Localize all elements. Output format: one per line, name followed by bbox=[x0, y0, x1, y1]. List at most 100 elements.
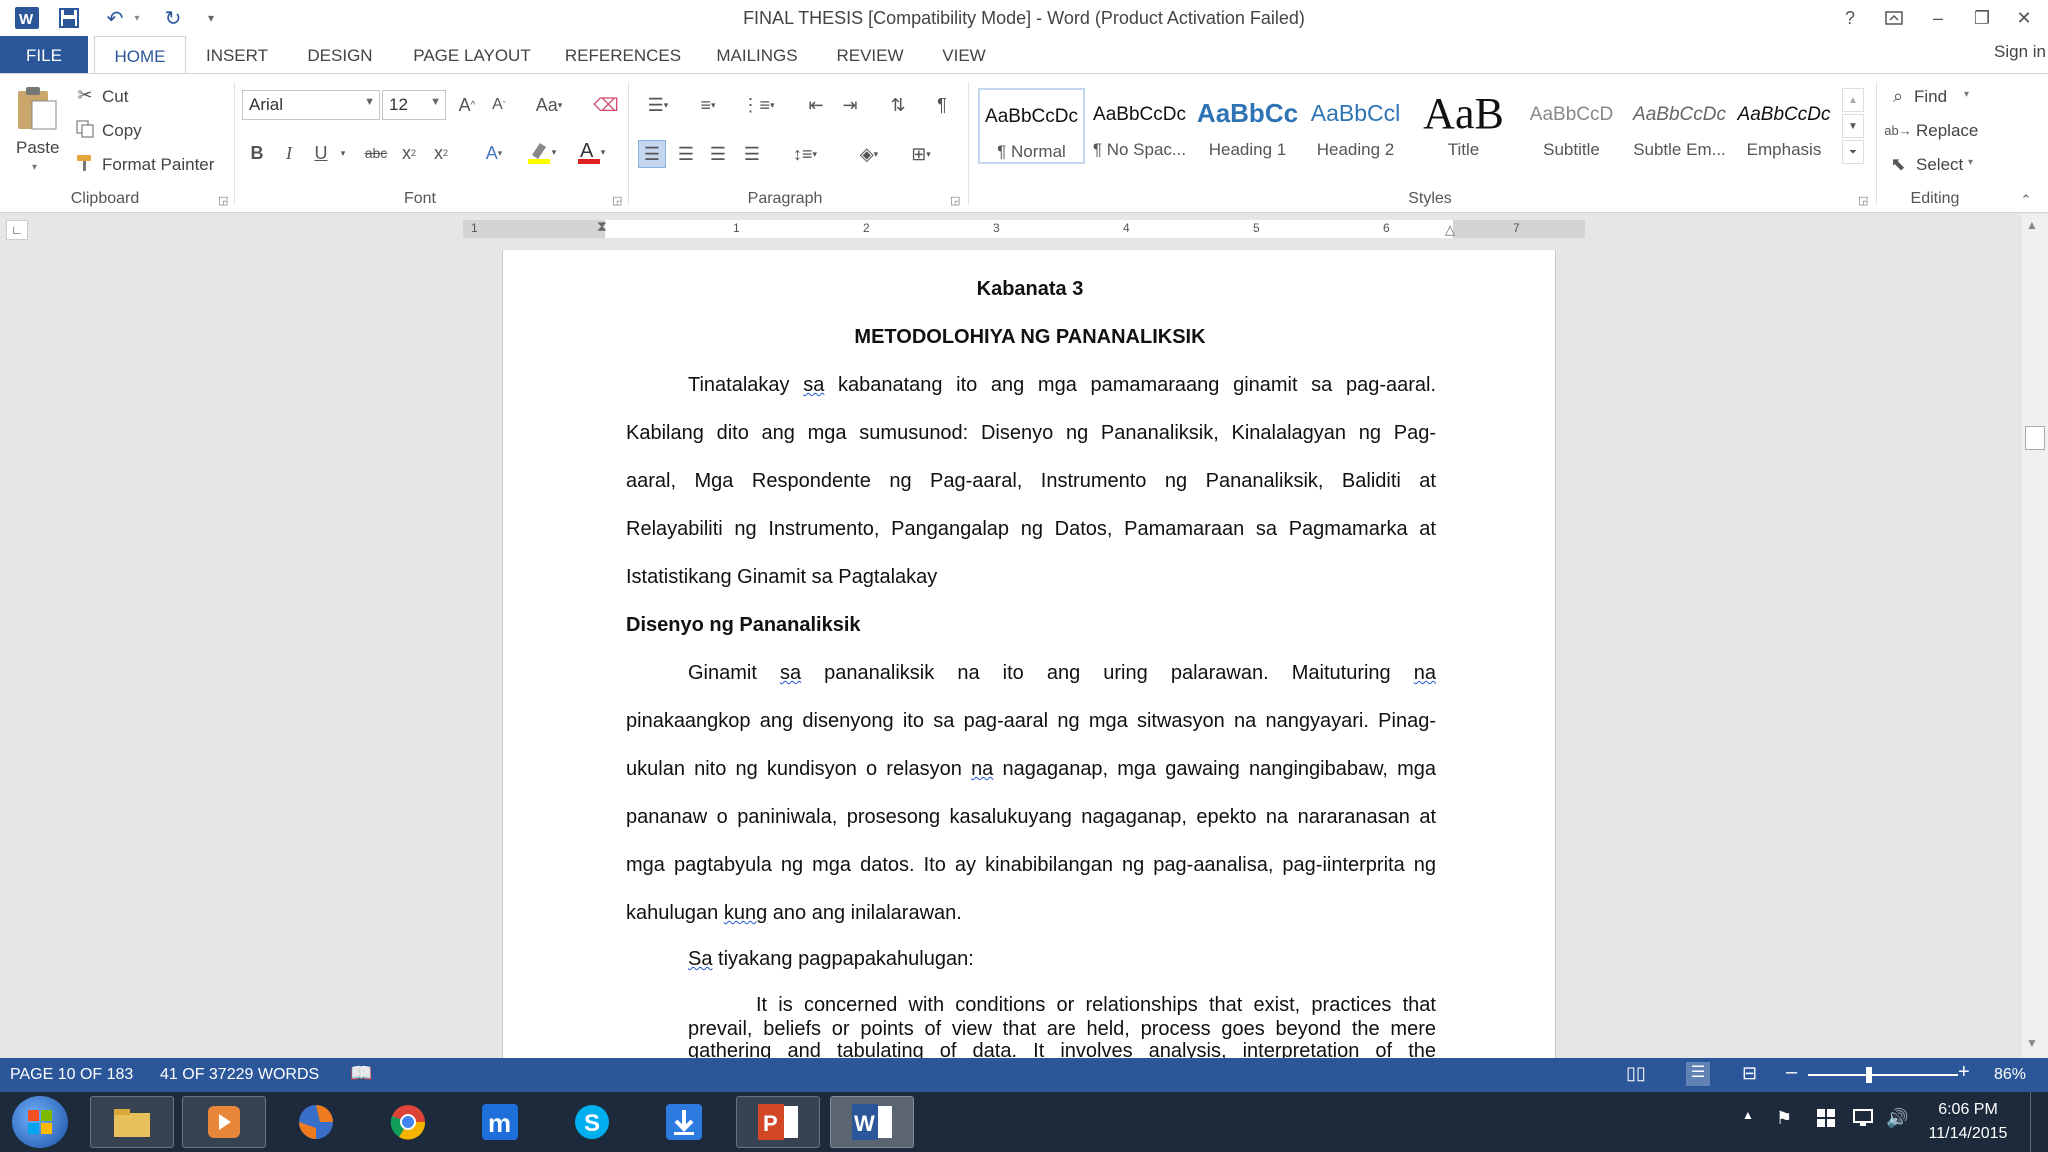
zoom-slider[interactable] bbox=[1808, 1074, 1958, 1076]
word-count[interactable]: 41 OF 37229 WORDS bbox=[160, 1066, 319, 1084]
font-color-icon[interactable]: A ▾ bbox=[570, 138, 612, 166]
styles-scroll-up-icon[interactable]: ▲ bbox=[1842, 88, 1864, 112]
line-spacing-icon[interactable]: ↕≡ ▾ bbox=[782, 140, 828, 168]
show-desktop-button[interactable] bbox=[2030, 1092, 2048, 1152]
justify-icon[interactable]: ☰ bbox=[738, 140, 766, 168]
network-icon[interactable] bbox=[1852, 1108, 1874, 1133]
tab-view[interactable]: VIEW bbox=[930, 36, 998, 74]
sign-in-link[interactable]: Sign in bbox=[1994, 42, 2046, 62]
show-hidden-icons-icon[interactable]: ▲ bbox=[1742, 1108, 1754, 1122]
web-layout-icon[interactable]: ⊟ bbox=[1742, 1063, 1757, 1084]
font-size-combo[interactable]: 12 ▼ bbox=[382, 90, 446, 120]
scroll-thumb[interactable] bbox=[2025, 426, 2045, 450]
highlight-color-icon[interactable]: ▾ bbox=[520, 138, 562, 166]
find-button[interactable]: Find bbox=[1914, 87, 1947, 107]
style-heading-1[interactable]: AaBbCc Heading 1 bbox=[1194, 88, 1301, 164]
styles-more-icon[interactable]: ⏷ bbox=[1842, 140, 1864, 164]
select-button[interactable]: Select bbox=[1916, 155, 1963, 175]
scroll-up-icon[interactable]: ▲ bbox=[2026, 218, 2038, 232]
word-taskbar-icon[interactable]: W bbox=[830, 1096, 914, 1148]
tab-selector-icon[interactable]: ∟ bbox=[6, 220, 28, 240]
media-player-icon[interactable] bbox=[182, 1096, 266, 1148]
cut-button[interactable]: Cut bbox=[102, 87, 128, 107]
action-center-flag-icon[interactable]: ⚑ bbox=[1776, 1108, 1792, 1129]
style-no-spacing[interactable]: AaBbCcDc ¶ No Spac... bbox=[1086, 88, 1193, 164]
styles-scroll-down-icon[interactable]: ▼ bbox=[1842, 114, 1864, 138]
multilevel-list-icon[interactable]: ⋮≡ ▾ bbox=[738, 92, 778, 118]
download-manager-icon[interactable] bbox=[642, 1096, 726, 1148]
align-right-icon[interactable]: ☰ bbox=[704, 140, 732, 168]
bullets-icon[interactable]: ☰ ▾ bbox=[638, 92, 678, 118]
document-page[interactable]: Kabanata 3 METODOLOHIYA NG PANANALIKSIK … bbox=[502, 250, 1556, 1060]
zoom-level[interactable]: 86% bbox=[1994, 1066, 2026, 1084]
spelling-flag[interactable]: Sa bbox=[688, 948, 712, 970]
windows-flag-icon[interactable] bbox=[1816, 1108, 1836, 1133]
file-explorer-icon[interactable] bbox=[90, 1096, 174, 1148]
text-effects-icon[interactable]: A ▾ bbox=[474, 140, 514, 166]
zoom-out-icon[interactable]: – bbox=[1786, 1061, 1797, 1084]
vertical-scrollbar[interactable]: ▲ ▼ bbox=[2022, 214, 2048, 1058]
minimize-button[interactable]: – bbox=[1918, 4, 1958, 32]
change-case-icon[interactable]: Aa ▾ bbox=[528, 92, 570, 118]
horizontal-ruler[interactable]: 1 1 2 3 4 5 6 7 ⧗ △ bbox=[463, 218, 1585, 238]
style-subtitle[interactable]: AaBbCcD Subtitle bbox=[1518, 88, 1625, 164]
style-emphasis[interactable]: AaBbCcDc Emphasis bbox=[1734, 88, 1834, 164]
find-dropdown-icon[interactable]: ▾ bbox=[1964, 89, 1969, 100]
clock[interactable]: 6:06 PM 11/14/2015 bbox=[1920, 1098, 2016, 1146]
maxthon-icon[interactable]: m bbox=[458, 1096, 542, 1148]
underline-icon[interactable]: U bbox=[308, 140, 334, 166]
align-left-icon[interactable]: ☰ bbox=[638, 140, 666, 168]
powerpoint-icon[interactable]: P bbox=[736, 1096, 820, 1148]
format-painter-button[interactable]: Format Painter bbox=[102, 155, 214, 175]
restore-button[interactable]: ❐ bbox=[1962, 4, 2002, 32]
spelling-flag[interactable]: sa bbox=[780, 662, 801, 684]
show-formatting-marks-icon[interactable]: ¶ bbox=[928, 92, 956, 118]
style-heading-2[interactable]: AaBbCcl Heading 2 bbox=[1302, 88, 1409, 164]
tab-design[interactable]: DESIGN bbox=[296, 36, 384, 74]
font-name-combo[interactable]: Arial ▼ bbox=[242, 90, 380, 120]
shrink-font-icon[interactable]: Aˇ bbox=[486, 92, 512, 118]
first-line-indent-marker[interactable]: ⧗ bbox=[597, 218, 607, 235]
bold-icon[interactable]: B bbox=[244, 140, 270, 166]
tab-review[interactable]: REVIEW bbox=[828, 36, 912, 74]
firefox-icon[interactable] bbox=[274, 1096, 358, 1148]
tab-page-layout[interactable]: PAGE LAYOUT bbox=[404, 36, 540, 74]
tab-references[interactable]: REFERENCES bbox=[560, 36, 686, 74]
ribbon-display-options-button[interactable] bbox=[1874, 4, 1914, 32]
copy-button[interactable]: Copy bbox=[102, 121, 142, 141]
underline-dropdown-icon[interactable]: ▾ bbox=[336, 140, 350, 166]
spelling-flag[interactable]: kung bbox=[724, 902, 767, 924]
page-count[interactable]: PAGE 10 OF 183 bbox=[10, 1066, 133, 1084]
select-dropdown-icon[interactable]: ▾ bbox=[1968, 157, 1973, 168]
paste-button[interactable]: Paste bbox=[16, 138, 59, 158]
increase-indent-icon[interactable]: ⇥ bbox=[836, 92, 864, 118]
numbering-icon[interactable]: ≡ ▾ bbox=[688, 92, 728, 118]
style-subtle-emphasis[interactable]: AaBbCcDc Subtle Em... bbox=[1626, 88, 1733, 164]
help-button[interactable]: ? bbox=[1830, 4, 1870, 32]
subscript-icon[interactable]: x2 bbox=[396, 140, 422, 166]
right-indent-marker[interactable]: △ bbox=[1445, 222, 1455, 238]
spelling-flag[interactable]: sa bbox=[803, 374, 824, 396]
styles-launcher-icon[interactable]: ◲ bbox=[1858, 194, 1868, 207]
clear-formatting-icon[interactable]: ⌫ bbox=[592, 92, 620, 118]
collapse-ribbon-icon[interactable]: ⌃ bbox=[2016, 190, 2036, 210]
shading-icon[interactable]: ◈ ▾ bbox=[846, 140, 892, 168]
replace-button[interactable]: Replace bbox=[1916, 121, 1978, 141]
zoom-in-icon[interactable]: + bbox=[1958, 1061, 1970, 1084]
paste-icon[interactable] bbox=[14, 84, 60, 132]
read-mode-icon[interactable]: ▯▯ bbox=[1626, 1063, 1646, 1084]
superscript-icon[interactable]: x2 bbox=[428, 140, 454, 166]
paste-dropdown-icon[interactable]: ▾ bbox=[32, 162, 37, 173]
spelling-flag[interactable]: na bbox=[1414, 662, 1436, 684]
print-layout-icon[interactable]: ☰ bbox=[1686, 1062, 1710, 1086]
chrome-icon[interactable] bbox=[366, 1096, 450, 1148]
align-center-icon[interactable]: ☰ bbox=[672, 140, 700, 168]
style-normal[interactable]: AaBbCcDc ¶ Normal bbox=[978, 88, 1085, 164]
clipboard-launcher-icon[interactable]: ◲ bbox=[218, 194, 228, 207]
strikethrough-icon[interactable]: abc bbox=[360, 140, 392, 166]
volume-icon[interactable]: 🔊 bbox=[1886, 1108, 1908, 1129]
grow-font-icon[interactable]: A ^ bbox=[454, 92, 480, 118]
paragraph-launcher-icon[interactable]: ◲ bbox=[950, 194, 960, 207]
zoom-slider-thumb[interactable] bbox=[1866, 1067, 1872, 1083]
decrease-indent-icon[interactable]: ⇤ bbox=[802, 92, 830, 118]
